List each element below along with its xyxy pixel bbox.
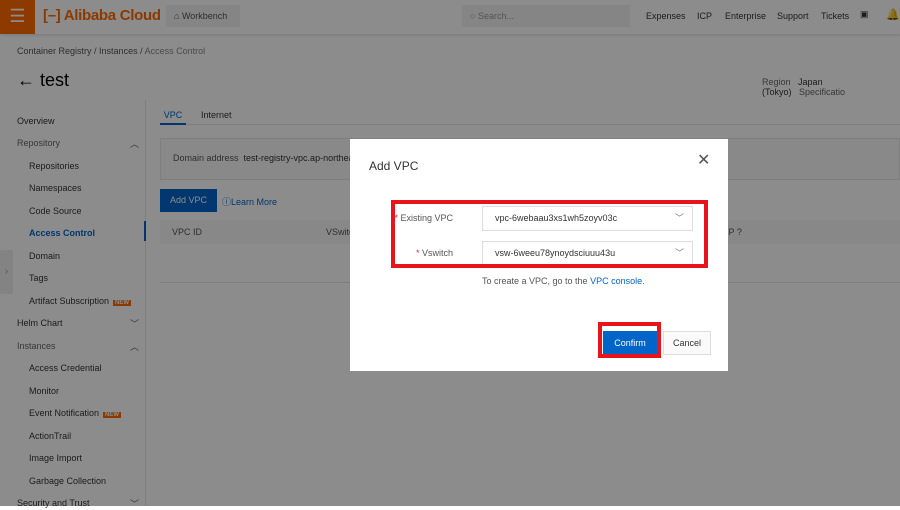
vpc-console-link[interactable]: VPC console: [590, 276, 642, 286]
dialog-title: Add VPC: [369, 159, 419, 173]
add-vpc-dialog: Add VPC ✕ * Existing VPC vpc-6webaau3xs1…: [350, 139, 728, 371]
cancel-button[interactable]: Cancel: [663, 331, 711, 355]
close-icon[interactable]: ✕: [697, 150, 710, 170]
vpc-console-hint: To create a VPC, go to the VPC console.: [482, 276, 645, 286]
highlight-box-confirm: [598, 322, 661, 358]
highlight-box-fields: [391, 200, 708, 268]
